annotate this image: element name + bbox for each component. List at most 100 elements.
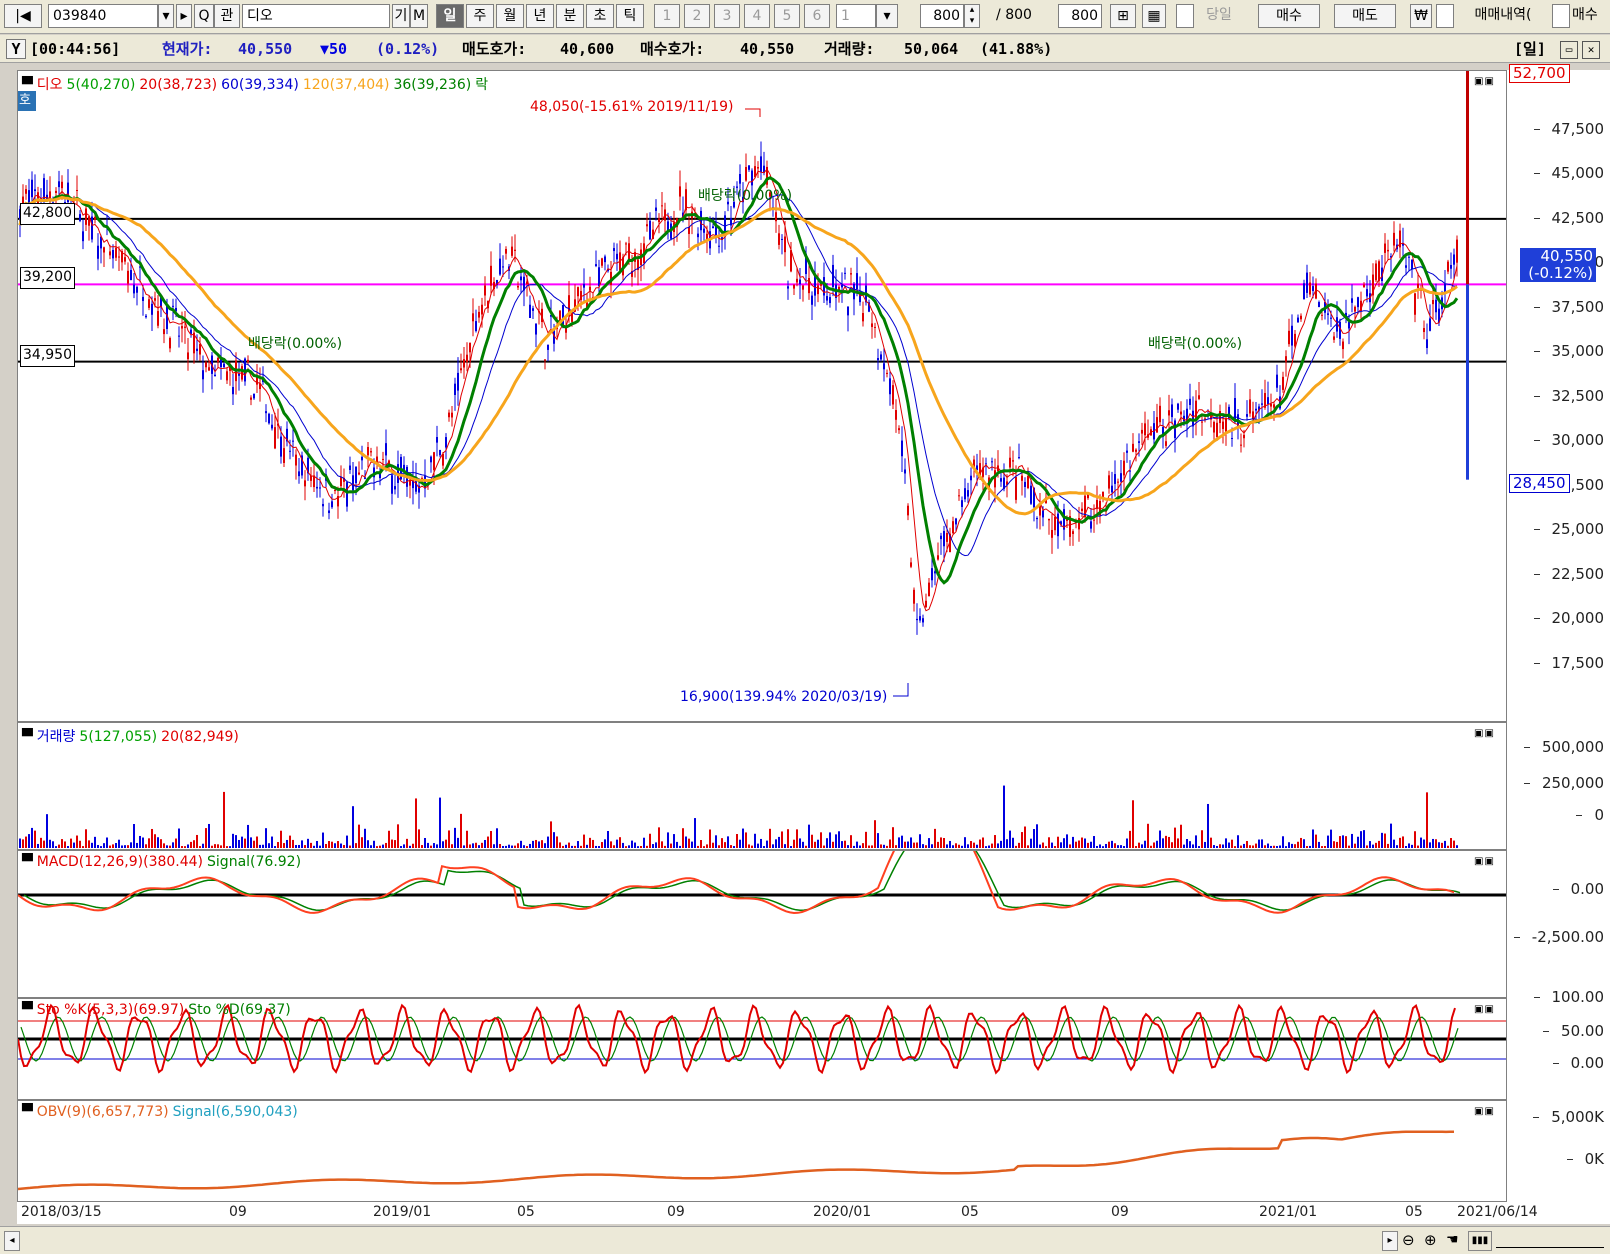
volume-bar [1252,845,1254,848]
volume-bar [1183,844,1185,848]
range-low-label: 28,450 [1509,474,1570,493]
volume-bar [973,842,975,848]
panel-controls-icon[interactable]: ▣▣ [1474,1106,1498,1118]
stock-name-field[interactable]: 디오 [242,4,390,28]
won-icon[interactable]: ₩ [1410,4,1432,28]
minimize-icon[interactable]: ▭ [1560,41,1578,59]
chart-scrollbar[interactable]: ◂ ▸ ⊖ ⊕ ☚ ▮▮▮ [0,1226,1610,1254]
interval-3-button[interactable]: 3 [714,4,740,28]
volume-bar [655,842,657,848]
candle-body [376,456,378,463]
volume-bar [802,841,804,848]
close-icon[interactable]: ✕ [1582,41,1600,59]
volume-bar [490,831,492,848]
view-count-input-2[interactable]: 800 [1058,4,1102,28]
panel-controls-icon[interactable]: ▣▣ [1474,1004,1498,1016]
code-dropdown-icon[interactable]: ▾ [158,4,174,28]
panel-controls-icon[interactable]: ▣▣ [1474,76,1498,88]
volume-bar [286,839,288,848]
volume-bar [1225,838,1227,848]
scroll-left-icon[interactable]: ◂ [4,1231,20,1251]
period-week-tab[interactable]: 주 [466,4,494,28]
candle-body [1054,516,1056,531]
candle-body [778,233,780,245]
code-next-icon[interactable]: ▸ [176,4,192,28]
candle-body [265,411,267,414]
period-month-tab[interactable]: 월 [496,4,524,28]
chevron-down-icon[interactable]: ▾ [876,4,898,28]
zoom-out-icon[interactable]: ⊖ [1402,1231,1422,1249]
candle-body [463,359,465,368]
volume-bar [1279,845,1281,848]
candle-body [1243,434,1245,439]
add-chart-icon[interactable]: ⊞ [1110,4,1136,28]
interval-6-button[interactable]: 6 [804,4,830,28]
volume-bar [1054,846,1056,848]
period-tick-tab[interactable]: 틱 [616,4,644,28]
candle-body [490,265,492,286]
view-count-input[interactable]: 800 [920,4,964,28]
price-axis: 47,50045,00042,50040,00037,50035,00032,5… [1507,70,1610,722]
period-day-tab[interactable]: 일 [436,4,464,28]
filter-icon[interactable]: Y [6,39,26,59]
candle-body [844,272,846,274]
volume-bar [916,842,918,848]
scroll-right-icon[interactable]: ▸ [1382,1231,1398,1251]
candle-body [1144,423,1146,436]
period-minute-tab[interactable]: 분 [556,4,584,28]
side-tag[interactable]: 호 [18,91,36,111]
panel-controls-icon[interactable]: ▣▣ [1474,856,1498,868]
volume-bar [397,824,399,848]
axis-tick: 47,500 [1533,120,1604,138]
macd-chart-panel[interactable]: ▀ MACD(12,26,9)(380.44) Signal(76.92) ▣▣ [17,850,1507,998]
candle-body [382,458,384,460]
first-page-button[interactable]: |◀ [4,4,42,28]
buy-button[interactable]: 매수 [1258,4,1320,28]
volume-bar [457,837,459,848]
candle-body [1270,403,1272,407]
today-checkbox[interactable] [1176,4,1194,28]
stochastic-chart-panel[interactable]: ▀ Sto %K(5,3,3)(69.97) Sto %D(69.37) ▣▣ [17,998,1507,1100]
stochastic-legend: ▀ Sto %K(5,3,3)(69.97) Sto %D(69.37) [22,1002,291,1018]
m-button[interactable]: M [410,4,428,28]
total-count-label: / 800 [996,7,1032,23]
code-input[interactable]: 039840 [48,4,158,28]
candle-body [130,269,132,281]
calendar-icon[interactable]: ▦ [1142,4,1166,28]
sell-button[interactable]: 매도 [1334,4,1396,28]
candle-body [25,189,27,194]
price-chart-panel[interactable]: ▀ 디오 5(40,270) 20(38,723) 60(39,334) 120(37,4… [17,70,1507,722]
period-year-tab[interactable]: 년 [526,4,554,28]
gi-button[interactable]: 기 [392,4,410,28]
candle-body [1261,403,1263,405]
interval-2-button[interactable]: 2 [684,4,710,28]
level-label-2: 39,200 [20,267,75,289]
zoom-slider[interactable] [1496,1241,1604,1248]
interval-5-button[interactable]: 5 [774,4,800,28]
view-count-stepper[interactable]: ▴ ▾ [964,4,980,28]
volume-bar [481,842,483,848]
interval-4-button[interactable]: 4 [744,4,770,28]
volume-bar [292,839,294,848]
zoom-in-icon[interactable]: ⊕ [1424,1231,1444,1249]
volume-bar [166,845,168,848]
date-tick: 2018/03/15 [21,1204,102,1220]
volume-chart-panel[interactable]: ▀ 거래량 5(127,055) 20(82,949) ▣▣ [17,722,1507,850]
buy-history-checkbox[interactable] [1552,4,1570,28]
interval-1-button[interactable]: 1 [654,4,680,28]
hand-icon[interactable]: ☚ [1446,1231,1466,1249]
period-second-tab[interactable]: 초 [586,4,614,28]
related-button[interactable]: 관 [214,4,240,28]
date-tick: 09 [667,1204,685,1220]
date-tick: 09 [1111,1204,1129,1220]
candle-body [1024,481,1026,487]
volume-bar [514,845,516,848]
history-checkbox[interactable] [1436,4,1454,28]
interval-select[interactable]: 1 [836,4,876,28]
panel-controls-icon[interactable]: ▣▣ [1474,728,1498,740]
legend-volume: 거래량 [36,729,76,745]
bars-icon[interactable]: ▮▮▮ [1468,1231,1492,1251]
search-icon[interactable]: Q [194,4,214,28]
volume-bar [361,837,363,848]
obv-chart-panel[interactable]: ▀ OBV(9)(6,657,773) Signal(6,590,043) ▣▣ [17,1100,1507,1202]
